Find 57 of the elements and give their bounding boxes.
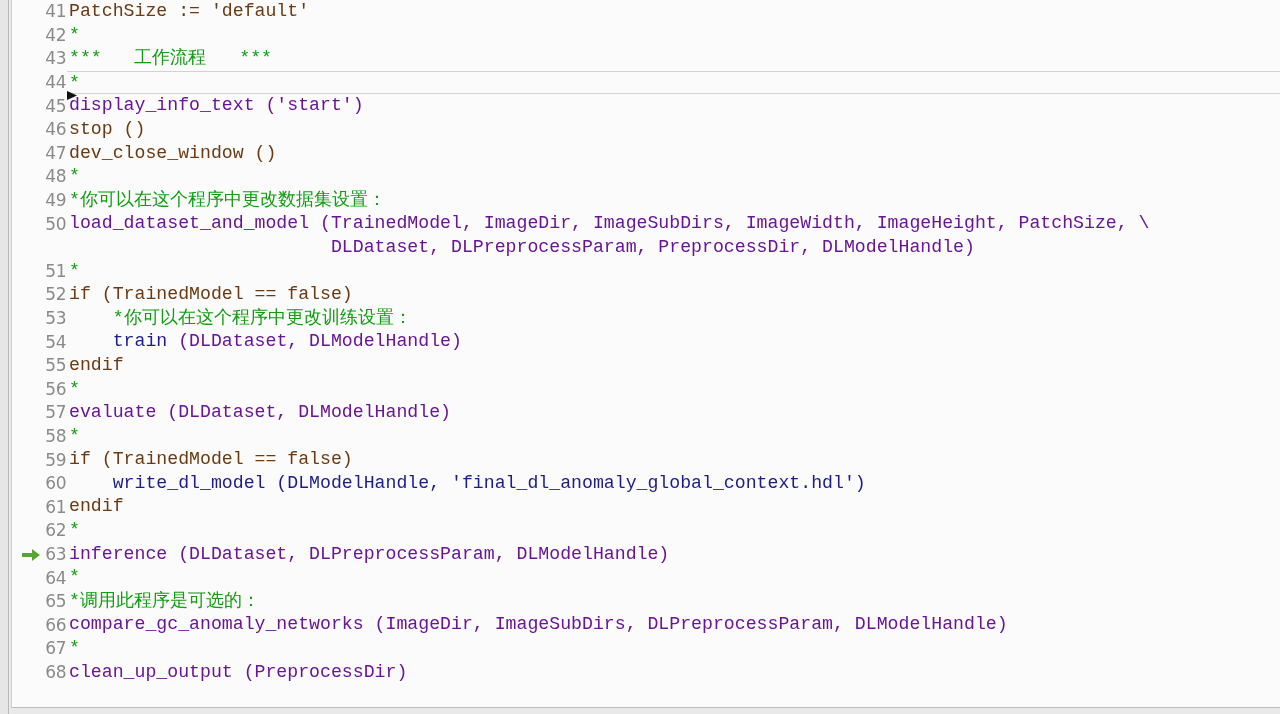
line-number: 56 [45,380,66,398]
line-number: 65 [45,593,66,611]
line-number: 63 [45,545,66,563]
line-number: 57 [45,404,66,422]
line-number: 51 [45,262,66,280]
code-line: train (DLDataset, DLModelHandle) [111,330,462,354]
line-number: 47 [45,144,66,162]
code-line: *调用此程序是可选的： [69,589,260,613]
code-line: * [69,23,80,47]
line-number: 54 [45,333,66,351]
code-line: * [69,637,80,661]
line-number: 43 [45,50,66,68]
code-line: * [69,566,80,590]
line-number: 67 [45,640,66,658]
code-line: endif [69,353,124,377]
line-number: 60 [45,475,66,493]
code-line: * [69,71,80,95]
code-line: * [69,424,80,448]
line-number: 55 [45,357,66,375]
line-number: 48 [45,168,66,186]
line-number: 45 [45,97,66,115]
line-number: 61 [45,498,66,516]
code-line: write_dl_model (DLModelHandle, 'final_dl_anomaly_global_context.hdl') [111,471,866,495]
code-line: *你可以在这个程序中更改数据集设置： [69,188,386,212]
code-line: * [69,165,80,189]
code-line: * [69,259,80,283]
line-number: 62 [45,522,66,540]
code-line: load_dataset_and_model (TrainedModel, ImageDir, ImageSubDirs, ImageWidth, ImageHeight, PatchSize, \ [69,212,1150,236]
code-line: * [69,377,80,401]
line-number: 64 [45,569,66,587]
code-line: inference (DLDataset, DLPreprocessParam, DLModelHandle) [69,542,670,566]
line-number: 42 [45,26,66,44]
code-line: display_info_text ('start') [69,94,364,118]
code-line: DLDataset, DLPreprocessParam, PreprocessDir, DLModelHandle) [329,235,975,259]
code-line: * [69,519,80,543]
line-number: 46 [45,121,66,139]
code-line: clean_up_output (PreprocessDir) [69,660,408,684]
code-line: evaluate (DLDataset, DLModelHandle) [69,401,451,425]
code-line: *你可以在这个程序中更改训练设置： [111,306,412,330]
code-line: endif [69,495,124,519]
code-line: PatchSize := 'default' [69,0,310,23]
code-line: stop () [69,117,146,141]
line-number: 66 [45,616,66,634]
line-number: 52 [45,286,66,304]
line-number: 58 [45,428,66,445]
code-line: compare_gc_anomaly_networks (ImageDir, ImageSubDirs, DLPreprocessParam, DLModelHandle) [69,613,1008,637]
line-number: 41 [45,3,66,21]
line-number: 50 [45,215,66,233]
code-line: dev_close_window () [69,141,277,165]
line-number: 44 [45,74,66,92]
line-number: 53 [45,310,66,327]
line-number: 49 [45,192,66,210]
code-line: if (TrainedModel == false) [69,448,353,472]
code-line: if (TrainedModel == false) [69,283,353,307]
code-line: *** 工作流程 *** [69,47,272,71]
line-number: 59 [45,451,66,469]
line-number: 68 [45,663,66,681]
